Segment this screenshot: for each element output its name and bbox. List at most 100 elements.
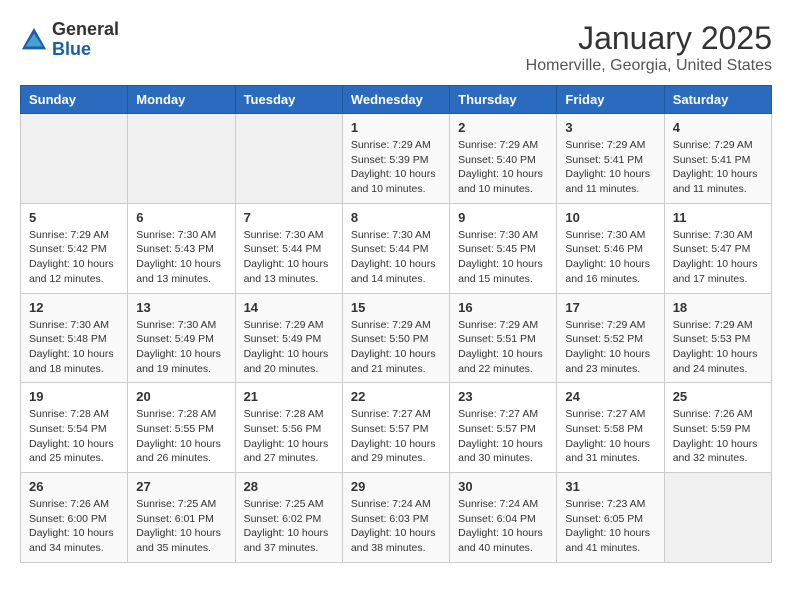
calendar-cell xyxy=(21,114,128,204)
day-number: 21 xyxy=(244,389,334,404)
day-info: Sunrise: 7:30 AM Sunset: 5:43 PM Dayligh… xyxy=(136,228,226,287)
calendar-cell: 3 Sunrise: 7:29 AM Sunset: 5:41 PM Daylig… xyxy=(557,114,664,204)
day-info: Sunrise: 7:29 AM Sunset: 5:39 PM Dayligh… xyxy=(351,138,441,197)
day-number: 7 xyxy=(244,210,334,225)
day-info: Sunrise: 7:30 AM Sunset: 5:49 PM Dayligh… xyxy=(136,318,226,377)
calendar-cell xyxy=(235,114,342,204)
day-info: Sunrise: 7:29 AM Sunset: 5:53 PM Dayligh… xyxy=(673,318,763,377)
day-number: 28 xyxy=(244,479,334,494)
calendar-cell: 11 Sunrise: 7:30 AM Sunset: 5:47 PM Dayli… xyxy=(664,203,771,293)
calendar-cell: 19 Sunrise: 7:28 AM Sunset: 5:54 PM Dayli… xyxy=(21,383,128,473)
page-header: General Blue January 2025 Homerville, Ge… xyxy=(20,20,772,75)
calendar-cell xyxy=(664,473,771,563)
calendar-cell: 26Sunrise: 7:26 AM Sunset: 6:00 PM Dayli… xyxy=(21,473,128,563)
day-info: Sunrise: 7:29 AM Sunset: 5:41 PM Dayligh… xyxy=(673,138,763,197)
day-number: 29 xyxy=(351,479,441,494)
calendar-cell: 28 Sunrise: 7:25 AM Sunset: 6:02 PM Dayli… xyxy=(235,473,342,563)
day-info: Sunrise: 7:29 AM Sunset: 5:52 PM Dayligh… xyxy=(565,318,655,377)
day-number: 23 xyxy=(458,389,548,404)
day-info: Sunrise: 7:30 AM Sunset: 5:46 PM Dayligh… xyxy=(565,228,655,287)
day-number: 1 xyxy=(351,120,441,135)
calendar-cell: 12Sunrise: 7:30 AM Sunset: 5:48 PM Dayli… xyxy=(21,293,128,383)
calendar-cell: 27Sunrise: 7:25 AM Sunset: 6:01 PM Dayli… xyxy=(128,473,235,563)
day-info: Sunrise: 7:24 AM Sunset: 6:03 PM Dayligh… xyxy=(351,497,441,556)
day-number: 22 xyxy=(351,389,441,404)
day-number: 25 xyxy=(673,389,763,404)
day-number: 4 xyxy=(673,120,763,135)
calendar-cell: 16 Sunrise: 7:29 AM Sunset: 5:51 PM Dayli… xyxy=(450,293,557,383)
day-of-week-header: Sunday xyxy=(21,86,128,114)
day-info: Sunrise: 7:28 AM Sunset: 5:56 PM Dayligh… xyxy=(244,407,334,466)
day-number: 5 xyxy=(29,210,119,225)
day-info: Sunrise: 7:30 AM Sunset: 5:47 PM Dayligh… xyxy=(673,228,763,287)
calendar-cell: 24 Sunrise: 7:27 AM Sunset: 5:58 PM Dayli… xyxy=(557,383,664,473)
day-info: Sunrise: 7:27 AM Sunset: 5:57 PM Dayligh… xyxy=(351,407,441,466)
calendar-cell: 18 Sunrise: 7:29 AM Sunset: 5:53 PM Dayli… xyxy=(664,293,771,383)
day-info: Sunrise: 7:29 AM Sunset: 5:41 PM Dayligh… xyxy=(565,138,655,197)
calendar-cell: 14 Sunrise: 7:29 AM Sunset: 5:49 PM Dayli… xyxy=(235,293,342,383)
logo-icon xyxy=(20,26,48,54)
day-info: Sunrise: 7:27 AM Sunset: 5:58 PM Dayligh… xyxy=(565,407,655,466)
calendar-header-row: SundayMondayTuesdayWednesdayThursdayFrid… xyxy=(21,86,772,114)
day-info: Sunrise: 7:28 AM Sunset: 5:55 PM Dayligh… xyxy=(136,407,226,466)
day-info: Sunrise: 7:30 AM Sunset: 5:44 PM Dayligh… xyxy=(244,228,334,287)
logo: General Blue xyxy=(20,20,119,60)
day-of-week-header: Thursday xyxy=(450,86,557,114)
calendar-subtitle: Homerville, Georgia, United States xyxy=(526,57,772,75)
day-info: Sunrise: 7:29 AM Sunset: 5:49 PM Dayligh… xyxy=(244,318,334,377)
day-of-week-header: Tuesday xyxy=(235,86,342,114)
day-info: Sunrise: 7:30 AM Sunset: 5:44 PM Dayligh… xyxy=(351,228,441,287)
calendar-cell: 8 Sunrise: 7:30 AM Sunset: 5:44 PM Daylig… xyxy=(342,203,449,293)
day-number: 2 xyxy=(458,120,548,135)
day-of-week-header: Monday xyxy=(128,86,235,114)
calendar-cell: 20Sunrise: 7:28 AM Sunset: 5:55 PM Dayli… xyxy=(128,383,235,473)
calendar-cell: 2 Sunrise: 7:29 AM Sunset: 5:40 PM Daylig… xyxy=(450,114,557,204)
calendar-cell xyxy=(128,114,235,204)
day-number: 26 xyxy=(29,479,119,494)
day-info: Sunrise: 7:29 AM Sunset: 5:42 PM Dayligh… xyxy=(29,228,119,287)
day-info: Sunrise: 7:29 AM Sunset: 5:40 PM Dayligh… xyxy=(458,138,548,197)
day-number: 11 xyxy=(673,210,763,225)
day-number: 18 xyxy=(673,300,763,315)
day-info: Sunrise: 7:25 AM Sunset: 6:02 PM Dayligh… xyxy=(244,497,334,556)
day-info: Sunrise: 7:27 AM Sunset: 5:57 PM Dayligh… xyxy=(458,407,548,466)
calendar-cell: 17 Sunrise: 7:29 AM Sunset: 5:52 PM Dayli… xyxy=(557,293,664,383)
calendar-week-row: 12Sunrise: 7:30 AM Sunset: 5:48 PM Dayli… xyxy=(21,293,772,383)
day-number: 31 xyxy=(565,479,655,494)
day-number: 8 xyxy=(351,210,441,225)
calendar-week-row: 1 Sunrise: 7:29 AM Sunset: 5:39 PM Daylig… xyxy=(21,114,772,204)
calendar-week-row: 26Sunrise: 7:26 AM Sunset: 6:00 PM Dayli… xyxy=(21,473,772,563)
logo-blue-text: Blue xyxy=(52,39,91,59)
day-number: 13 xyxy=(136,300,226,315)
day-info: Sunrise: 7:30 AM Sunset: 5:45 PM Dayligh… xyxy=(458,228,548,287)
calendar-cell: 21 Sunrise: 7:28 AM Sunset: 5:56 PM Dayli… xyxy=(235,383,342,473)
calendar-cell: 7 Sunrise: 7:30 AM Sunset: 5:44 PM Daylig… xyxy=(235,203,342,293)
title-block: January 2025 Homerville, Georgia, United… xyxy=(526,20,772,75)
day-number: 9 xyxy=(458,210,548,225)
day-info: Sunrise: 7:24 AM Sunset: 6:04 PM Dayligh… xyxy=(458,497,548,556)
day-number: 6 xyxy=(136,210,226,225)
day-info: Sunrise: 7:29 AM Sunset: 5:51 PM Dayligh… xyxy=(458,318,548,377)
day-number: 16 xyxy=(458,300,548,315)
calendar-week-row: 19 Sunrise: 7:28 AM Sunset: 5:54 PM Dayli… xyxy=(21,383,772,473)
calendar-cell: 5 Sunrise: 7:29 AM Sunset: 5:42 PM Daylig… xyxy=(21,203,128,293)
calendar-cell: 10 Sunrise: 7:30 AM Sunset: 5:46 PM Dayli… xyxy=(557,203,664,293)
day-number: 17 xyxy=(565,300,655,315)
calendar-title: January 2025 xyxy=(526,20,772,57)
calendar-cell: 1 Sunrise: 7:29 AM Sunset: 5:39 PM Daylig… xyxy=(342,114,449,204)
calendar-cell: 22 Sunrise: 7:27 AM Sunset: 5:57 PM Dayli… xyxy=(342,383,449,473)
day-number: 27 xyxy=(136,479,226,494)
day-number: 19 xyxy=(29,389,119,404)
day-of-week-header: Friday xyxy=(557,86,664,114)
calendar-cell: 9 Sunrise: 7:30 AM Sunset: 5:45 PM Daylig… xyxy=(450,203,557,293)
day-number: 24 xyxy=(565,389,655,404)
day-number: 3 xyxy=(565,120,655,135)
day-info: Sunrise: 7:28 AM Sunset: 5:54 PM Dayligh… xyxy=(29,407,119,466)
day-info: Sunrise: 7:29 AM Sunset: 5:50 PM Dayligh… xyxy=(351,318,441,377)
day-number: 12 xyxy=(29,300,119,315)
day-info: Sunrise: 7:23 AM Sunset: 6:05 PM Dayligh… xyxy=(565,497,655,556)
calendar-cell: 13 Sunrise: 7:30 AM Sunset: 5:49 PM Dayli… xyxy=(128,293,235,383)
day-number: 14 xyxy=(244,300,334,315)
day-number: 10 xyxy=(565,210,655,225)
calendar-cell: 30Sunrise: 7:24 AM Sunset: 6:04 PM Dayli… xyxy=(450,473,557,563)
